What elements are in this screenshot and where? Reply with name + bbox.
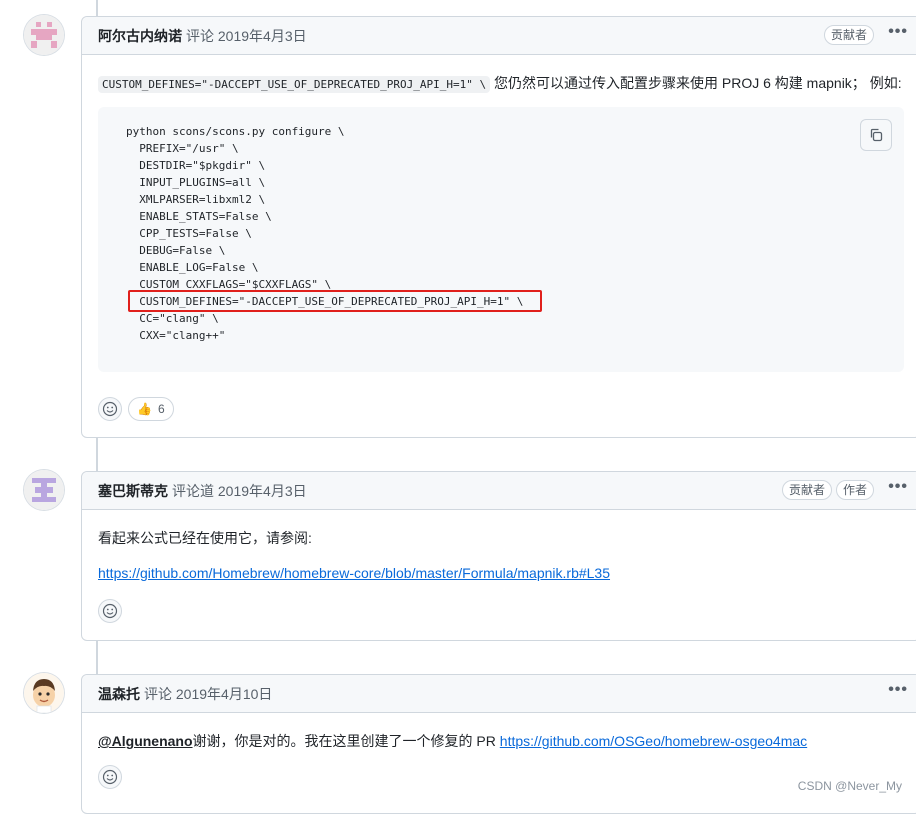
comment-header: 温森托 评论 2019年4月10日 ••• xyxy=(82,675,916,713)
comment-intro: CUSTOM_DEFINES="-DACCEPT_USE_OF_DEPRECAT… xyxy=(98,73,902,93)
contributor-badge: 贡献者 xyxy=(781,480,832,500)
intro-text: 您仍然可以通过传入配置步骤来使用 PROJ 6 构建 mapnik； 例如: xyxy=(494,75,902,91)
badge-group: 贡献者 xyxy=(823,25,874,45)
timeline-line xyxy=(96,0,98,16)
code-line: PREFIX="/usr" \ xyxy=(126,142,239,155)
code-line: CPP_TESTS=False \ xyxy=(126,227,252,240)
code-line: DESTDIR="$pkgdir" \ xyxy=(126,159,266,172)
smiley-icon xyxy=(102,769,118,785)
more-options-icon[interactable]: ••• xyxy=(888,23,908,41)
author-badge: 作者 xyxy=(835,480,874,500)
comment-timestamp[interactable]: 评论 2019年4月10日 xyxy=(144,684,272,704)
more-options-icon[interactable]: ••• xyxy=(888,478,908,496)
code-line: ENABLE_STATS=False \ xyxy=(126,210,272,223)
user-mention[interactable]: @Algunenano xyxy=(98,733,193,749)
contributor-badge: 贡献者 xyxy=(823,25,874,45)
comment-card: 温森托 评论 2019年4月10日 ••• @Algunenano谢谢，你是对的… xyxy=(81,674,916,814)
comment-header: 阿尔古内纳诺 评论 2019年4月3日 贡献者 ••• xyxy=(82,17,916,55)
code-line: XMLPARSER=libxml2 \ xyxy=(126,193,266,206)
smiley-icon xyxy=(102,603,118,619)
comment-timestamp[interactable]: 评论道 2019年4月3日 xyxy=(172,481,307,501)
comment-header: 塞巴斯蒂克 评论道 2019年4月3日 贡献者 作者 ••• xyxy=(82,472,916,510)
code-line: CXX="clang++" xyxy=(126,329,226,342)
add-reaction-button[interactable] xyxy=(98,765,122,789)
code-line: INPUT_PLUGINS=all \ xyxy=(126,176,266,189)
thumbs-up-reaction[interactable]: 👍 6 xyxy=(128,397,174,421)
comment-timestamp[interactable]: 评论 2019年4月3日 xyxy=(186,26,307,46)
thumbs-up-icon: 👍 xyxy=(137,402,152,416)
add-reaction-button[interactable] xyxy=(98,397,122,421)
comment-author[interactable]: 阿尔古内纳诺 xyxy=(98,26,182,46)
comment-author[interactable]: 塞巴斯蒂克 xyxy=(98,481,168,501)
smiley-icon xyxy=(102,401,118,417)
reaction-count: 6 xyxy=(157,402,165,416)
avatar-sebastic[interactable] xyxy=(24,470,64,510)
comment-text: 谢谢，你是对的。我在这里创建了一个修复的 PR xyxy=(192,733,500,749)
identicon-pink xyxy=(24,15,64,55)
timeline-line xyxy=(96,437,98,471)
code-line: DEBUG=False \ xyxy=(126,244,226,257)
comment-author[interactable]: 温森托 xyxy=(98,684,140,704)
comment-text: 看起来公式已经在使用它，请参阅: xyxy=(98,530,312,546)
comment-text-row: @Algunenano谢谢，你是对的。我在这里创建了一个修复的 PR https… xyxy=(98,731,807,751)
avatar-vincentor[interactable] xyxy=(24,673,64,713)
code-line: CC="clang" \ xyxy=(126,312,219,325)
code-line: python scons/scons.py configure \ xyxy=(126,125,345,138)
timeline-line xyxy=(96,640,98,674)
identicon-purple xyxy=(24,470,64,510)
red-highlight-box xyxy=(128,290,542,312)
comment-card: 阿尔古内纳诺 评论 2019年4月3日 贡献者 ••• CUSTOM_DEFIN… xyxy=(81,16,916,438)
comment-card: 塞巴斯蒂克 评论道 2019年4月3日 贡献者 作者 ••• 看起来公式已经在使… xyxy=(81,471,916,641)
badge-group: 贡献者 作者 xyxy=(781,480,874,500)
cartoon-avatar xyxy=(24,673,64,713)
pr-link[interactable]: https://github.com/OSGeo/homebrew-osgeo4… xyxy=(500,733,807,749)
code-line: ENABLE_LOG=False \ xyxy=(126,261,259,274)
formula-link[interactable]: https://github.com/Homebrew/homebrew-cor… xyxy=(98,565,610,581)
inline-code: CUSTOM_DEFINES="-DACCEPT_USE_OF_DEPRECAT… xyxy=(98,76,491,93)
code-block: python scons/scons.py configure \ PREFIX… xyxy=(98,107,904,372)
add-reaction-button[interactable] xyxy=(98,599,122,623)
avatar-algunenano[interactable] xyxy=(24,15,64,55)
comment-link-row: https://github.com/Homebrew/homebrew-cor… xyxy=(98,565,610,581)
copy-button[interactable] xyxy=(860,119,892,151)
csdn-watermark: CSDN @Never_My xyxy=(797,779,902,793)
more-options-icon[interactable]: ••• xyxy=(888,681,908,699)
copy-icon xyxy=(870,128,883,142)
